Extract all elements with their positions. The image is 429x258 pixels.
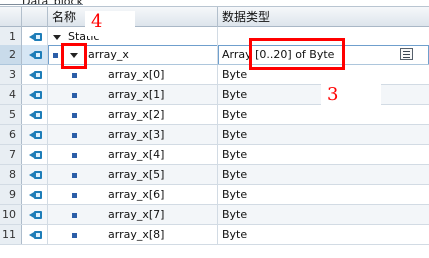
variable-name: array_x[4] xyxy=(108,148,165,161)
blue-square-icon xyxy=(72,73,77,78)
interface-cell xyxy=(22,45,48,64)
data-type-column-header[interactable]: 数据类型 xyxy=(218,7,429,27)
variable-name: array_x[6] xyxy=(108,188,165,201)
row-number: 11 xyxy=(0,225,22,244)
blue-square-icon xyxy=(72,153,77,158)
name-cell[interactable]: array_x[8] xyxy=(48,225,218,244)
table-row[interactable]: 6 array_x[3] Byte xyxy=(0,125,429,145)
interface-cell xyxy=(22,105,48,124)
table-row[interactable]: 10 array_x[7] Byte xyxy=(0,205,429,225)
interface-icon xyxy=(29,91,42,99)
name-cell[interactable]: array_x[2] xyxy=(48,105,218,124)
interface-icon xyxy=(29,231,42,239)
variable-name: array_x[5] xyxy=(108,168,165,181)
type-cell[interactable]: Byte xyxy=(218,185,429,204)
type-picker-icon[interactable] xyxy=(400,48,413,60)
type-cell[interactable]: Byte xyxy=(218,165,429,184)
row-number: 4 xyxy=(0,85,22,104)
interface-cell xyxy=(22,165,48,184)
row-number: 10 xyxy=(0,205,22,224)
type-cell[interactable]: Byte xyxy=(218,205,429,224)
annotation-box-dropdown xyxy=(61,43,87,69)
variable-name: array_x[2] xyxy=(108,108,165,121)
name-cell[interactable]: array_x[1] xyxy=(48,85,218,104)
table-row[interactable]: 9 array_x[6] Byte xyxy=(0,185,429,205)
row-number: 8 xyxy=(0,165,22,184)
variable-name: array_x[8] xyxy=(108,228,165,241)
interface-icon xyxy=(29,171,42,179)
variable-name: array_x xyxy=(88,48,129,61)
interface-icon xyxy=(29,33,42,41)
collapse-arrow-icon[interactable] xyxy=(53,35,61,40)
data-block-editor: Data_block_1 名称 数据类型 1 Static 2 xyxy=(0,0,429,258)
annotation-label-4: 4 xyxy=(87,13,111,33)
column-header-row: 名称 数据类型 xyxy=(0,6,429,27)
name-cell[interactable]: array_x[3] xyxy=(48,125,218,144)
variable-name: array_x[7] xyxy=(108,208,165,221)
interface-icon xyxy=(29,111,42,119)
interface-cell xyxy=(22,145,48,164)
row-number-header xyxy=(0,7,22,27)
interface-icon xyxy=(29,211,42,219)
interface-cell xyxy=(22,85,48,104)
type-cell[interactable]: Byte xyxy=(218,225,429,244)
name-cell[interactable]: array_x[5] xyxy=(48,165,218,184)
interface-icon xyxy=(29,51,42,59)
interface-icon xyxy=(29,191,42,199)
block-title-tab[interactable]: Data_block_1 xyxy=(0,0,83,5)
blue-square-icon xyxy=(53,53,58,58)
blue-square-icon xyxy=(72,133,77,138)
blue-square-icon xyxy=(72,173,77,178)
variable-name: array_x[1] xyxy=(108,88,165,101)
table-row[interactable]: 11 array_x[8] Byte xyxy=(0,225,429,245)
blue-square-icon xyxy=(72,113,77,118)
row-number: 1 xyxy=(0,27,22,46)
interface-cell xyxy=(22,125,48,144)
row-number: 5 xyxy=(0,105,22,124)
annotation-label-3: 3 xyxy=(323,86,353,106)
row-number: 7 xyxy=(0,145,22,164)
blue-square-icon xyxy=(72,213,77,218)
interface-cell xyxy=(22,225,48,244)
name-cell[interactable]: array_x[7] xyxy=(48,205,218,224)
table-row[interactable]: 7 array_x[4] Byte xyxy=(0,145,429,165)
table-row[interactable]: 8 array_x[5] Byte xyxy=(0,165,429,185)
interface-cell xyxy=(22,65,48,84)
blue-square-icon xyxy=(72,193,77,198)
row-number: 3 xyxy=(0,65,22,84)
variable-name: array_x[0] xyxy=(108,68,165,81)
name-cell[interactable]: array_x[4] xyxy=(48,145,218,164)
name-cell[interactable]: array_x[6] xyxy=(48,185,218,204)
row-number: 2 xyxy=(0,45,22,64)
type-cell[interactable]: Byte xyxy=(218,145,429,164)
row-number: 9 xyxy=(0,185,22,204)
interface-icon xyxy=(29,131,42,139)
variable-name: array_x[3] xyxy=(108,128,165,141)
interface-icon xyxy=(29,71,42,79)
blue-square-icon xyxy=(72,233,77,238)
interface-cell xyxy=(22,185,48,204)
annotation-box-data-type xyxy=(249,38,345,70)
interface-header xyxy=(22,7,48,27)
interface-cell xyxy=(22,205,48,224)
interface-icon xyxy=(29,151,42,159)
blue-square-icon xyxy=(72,93,77,98)
type-cell[interactable]: Byte xyxy=(218,125,429,144)
row-number: 6 xyxy=(0,125,22,144)
interface-cell xyxy=(22,27,48,46)
